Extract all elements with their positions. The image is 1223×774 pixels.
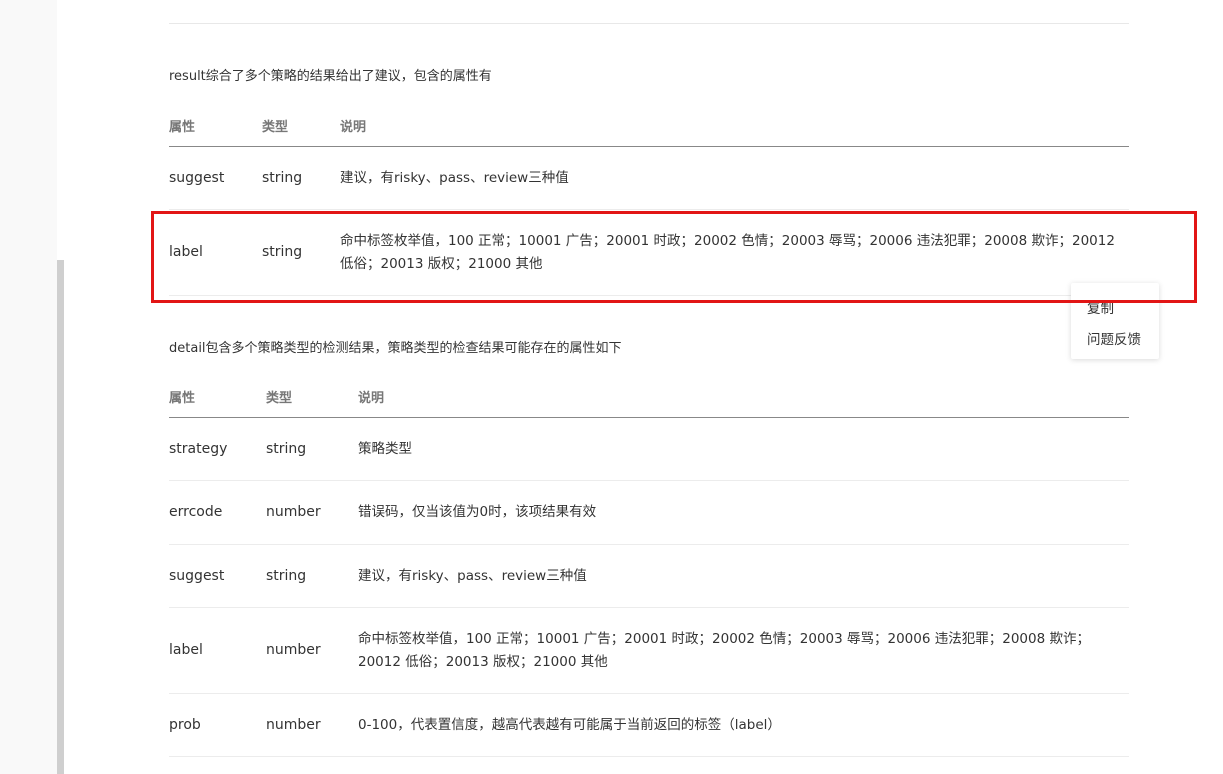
cell-attr: label xyxy=(169,209,262,296)
cell-desc: 错误码，仅当该值为0时，该项结果有效 xyxy=(358,480,1129,545)
cell-attr: suggest xyxy=(169,544,266,608)
detail-attributes-table: 属性 类型 说明 strategy string 策略类型 errcode nu… xyxy=(169,375,1129,757)
table-row: prob number 0-100，代表置信度，越高代表越有可能属于当前返回的标… xyxy=(169,693,1129,757)
left-gutter xyxy=(0,0,57,774)
divider xyxy=(169,23,1129,24)
cell-attr: label xyxy=(169,607,266,694)
table-row: suggest string 建议，有risky、pass、review三种值 xyxy=(169,544,1129,608)
result-attributes-table: 属性 类型 说明 suggest string 建议，有risky、pass、r… xyxy=(169,104,1129,296)
table-row: label number 命中标签枚举值，100 正常；10001 广告；200… xyxy=(169,607,1129,694)
cell-type: string xyxy=(266,544,358,608)
cell-type: number xyxy=(266,693,358,757)
table-header-row: 属性 类型 说明 xyxy=(169,375,1129,418)
table-row: strategy string 策略类型 xyxy=(169,417,1129,481)
cell-attr: prob xyxy=(169,693,266,757)
cell-desc: 命中标签枚举值，100 正常；10001 广告；20001 时政；20002 色… xyxy=(340,209,1129,296)
header-attr: 属性 xyxy=(169,104,262,147)
table-row: errcode number 错误码，仅当该值为0时，该项结果有效 xyxy=(169,480,1129,545)
table-row: label string 命中标签枚举值，100 正常；10001 广告；200… xyxy=(169,209,1129,296)
cell-desc: 命中标签枚举值，100 正常；10001 广告；20001 时政；20002 色… xyxy=(358,607,1129,694)
header-attr: 属性 xyxy=(169,375,266,418)
table-header-row: 属性 类型 说明 xyxy=(169,104,1129,147)
cell-type: number xyxy=(266,607,358,694)
cell-type: number xyxy=(266,480,358,545)
header-type: 类型 xyxy=(266,375,358,418)
cell-attr: strategy xyxy=(169,417,266,481)
header-type: 类型 xyxy=(262,104,340,147)
cell-type: string xyxy=(266,417,358,481)
feedback-menu-item[interactable]: 问题反馈 xyxy=(1087,328,1141,348)
cell-type: string xyxy=(262,146,340,210)
cell-desc: 建议，有risky、pass、review三种值 xyxy=(340,146,1129,210)
cell-desc: 建议，有risky、pass、review三种值 xyxy=(358,544,1129,608)
context-menu: 复制 问题反馈 xyxy=(1071,283,1159,359)
cell-attr: errcode xyxy=(169,480,266,545)
copy-menu-item[interactable]: 复制 xyxy=(1087,297,1114,317)
result-intro: result综合了多个策略的结果给出了建议，包含的属性有 xyxy=(169,69,492,84)
table-row: suggest string 建议，有risky、pass、review三种值 xyxy=(169,146,1129,210)
cell-type: string xyxy=(262,209,340,296)
header-desc: 说明 xyxy=(358,375,1129,418)
cell-desc: 策略类型 xyxy=(358,417,1129,481)
cell-desc: 0-100，代表置信度，越高代表越有可能属于当前返回的标签（label） xyxy=(358,693,1129,757)
cell-attr: suggest xyxy=(169,146,262,210)
scrollbar[interactable] xyxy=(57,260,64,774)
header-desc: 说明 xyxy=(340,104,1129,147)
detail-intro: detail包含多个策略类型的检测结果，策略类型的检查结果可能存在的属性如下 xyxy=(169,341,622,356)
